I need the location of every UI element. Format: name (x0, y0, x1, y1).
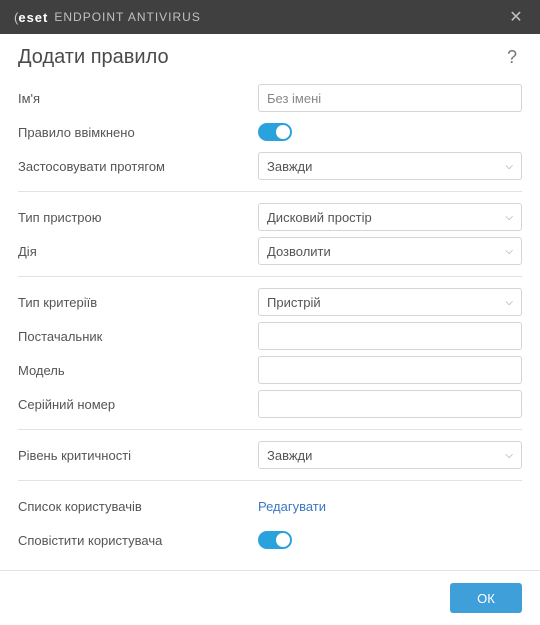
device-type-value: Дисковий простір (267, 210, 372, 225)
apply-during-select[interactable]: Завжди ⌵ (258, 152, 522, 180)
model-input[interactable] (258, 356, 522, 384)
model-label: Модель (18, 363, 258, 378)
apply-during-label: Застосовувати протягом (18, 159, 258, 174)
user-list-label: Список користувачів (18, 499, 258, 514)
ok-button[interactable]: ОК (450, 583, 522, 613)
name-input[interactable] (258, 84, 522, 112)
divider (18, 276, 522, 277)
notify-user-label: Сповістити користувача (18, 533, 258, 548)
divider (18, 480, 522, 481)
row-model: Модель (18, 353, 522, 387)
chevron-down-icon: ⌵ (505, 161, 513, 172)
chevron-down-icon: ⌵ (505, 297, 513, 308)
row-serial: Серійний номер (18, 387, 522, 421)
row-enabled: Правило ввімкнено (18, 115, 522, 149)
device-type-select[interactable]: Дисковий простір ⌵ (258, 203, 522, 231)
apply-during-value: Завжди (267, 159, 312, 174)
row-apply-during: Застосовувати протягом Завжди ⌵ (18, 149, 522, 183)
row-user-list: Список користувачів Редагувати (18, 489, 522, 523)
chevron-down-icon: ⌵ (505, 450, 513, 461)
brand-logo: eset ENDPOINT ANTIVIRUS (14, 10, 201, 25)
row-notify-user: Сповістити користувача (18, 523, 522, 557)
divider (18, 429, 522, 430)
row-vendor: Постачальник (18, 319, 522, 353)
form-area: Ім'я Правило ввімкнено Застосовувати про… (0, 77, 540, 557)
chevron-down-icon: ⌵ (505, 246, 513, 257)
serial-input[interactable] (258, 390, 522, 418)
criteria-type-value: Пристрій (267, 295, 321, 310)
enabled-toggle[interactable] (258, 123, 292, 141)
action-value: Дозволити (267, 244, 331, 259)
close-icon: ✕ (509, 7, 522, 27)
row-severity: Рівень критичності Завжди ⌵ (18, 438, 522, 472)
notify-user-toggle[interactable] (258, 531, 292, 549)
row-device-type: Тип пристрою Дисковий простір ⌵ (18, 200, 522, 234)
close-button[interactable]: ✕ (502, 3, 530, 31)
vendor-label: Постачальник (18, 329, 258, 344)
enabled-label: Правило ввімкнено (18, 125, 258, 140)
help-icon: ? (507, 47, 517, 67)
criteria-type-label: Тип критеріїв (18, 295, 258, 310)
row-name: Ім'я (18, 81, 522, 115)
product-name: ENDPOINT ANTIVIRUS (54, 10, 200, 24)
chevron-down-icon: ⌵ (505, 212, 513, 223)
action-select[interactable]: Дозволити ⌵ (258, 237, 522, 265)
severity-value: Завжди (267, 448, 312, 463)
name-label: Ім'я (18, 91, 258, 106)
severity-select[interactable]: Завжди ⌵ (258, 441, 522, 469)
serial-label: Серійний номер (18, 397, 258, 412)
brand-name: eset (14, 10, 48, 25)
divider (18, 191, 522, 192)
help-button[interactable]: ? (502, 47, 522, 68)
device-type-label: Тип пристрою (18, 210, 258, 225)
severity-label: Рівень критичності (18, 448, 258, 463)
titlebar: eset ENDPOINT ANTIVIRUS ✕ (0, 0, 540, 34)
criteria-type-select[interactable]: Пристрій ⌵ (258, 288, 522, 316)
user-list-edit-link[interactable]: Редагувати (258, 499, 326, 514)
row-action: Дія Дозволити ⌵ (18, 234, 522, 268)
footer: ОК (0, 570, 540, 625)
vendor-input[interactable] (258, 322, 522, 350)
row-criteria-type: Тип критеріїв Пристрій ⌵ (18, 285, 522, 319)
page-header: Додати правило ? (0, 34, 540, 77)
page-title: Додати правило (18, 46, 169, 69)
action-label: Дія (18, 244, 258, 259)
